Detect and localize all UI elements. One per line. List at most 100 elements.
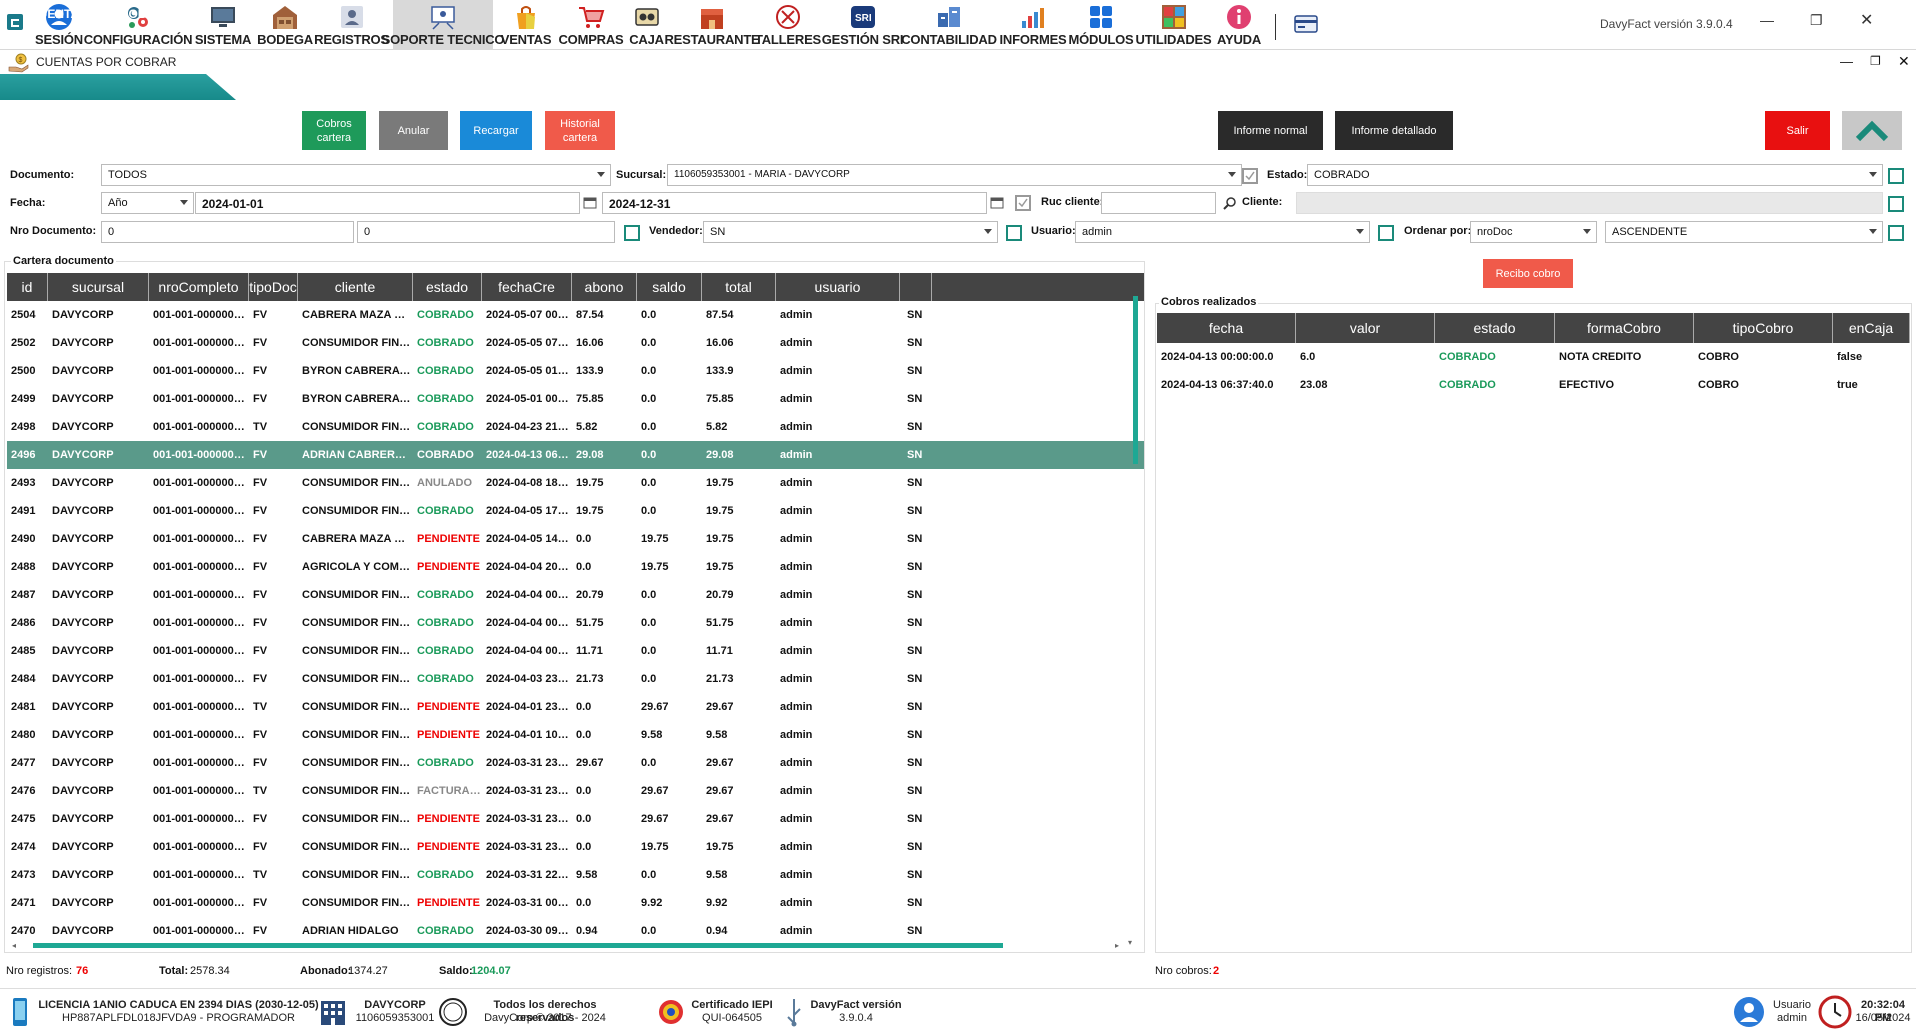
- menu-bodega[interactable]: BODEGA: [257, 0, 313, 50]
- usuario-select[interactable]: admin: [1075, 221, 1370, 243]
- menu-módulos[interactable]: MÓDULOS: [1068, 0, 1134, 50]
- menu-contabilidad[interactable]: CONTABILIDAD: [901, 0, 997, 50]
- menu-caja[interactable]: CAJA: [629, 0, 664, 50]
- table-row[interactable]: 2470 DAVYCORP 001-001-000000759 FV ADRIAN HI…: [7, 917, 1144, 945]
- scroll-left-icon[interactable]: ◂: [12, 941, 16, 950]
- cobros-header-encaja[interactable]: enCaja: [1833, 313, 1910, 343]
- cliente-input[interactable]: [1296, 192, 1883, 214]
- calendar-icon[interactable]: [583, 196, 597, 212]
- orden-dir-select[interactable]: ASCENDENTE: [1605, 221, 1883, 243]
- table-row[interactable]: 2502 DAVYCORP 001-001-000000776 FV CONSUMIDO…: [7, 329, 1144, 357]
- column-header-nroCompleto[interactable]: nroCompleto: [149, 273, 249, 301]
- salir-button[interactable]: Salir: [1765, 111, 1830, 150]
- cobros-header-formacobro[interactable]: formaCobro: [1555, 313, 1694, 343]
- table-row[interactable]: 2473 DAVYCORP 001-001-000000236 TV CONSUMIDO…: [7, 861, 1144, 889]
- table-row[interactable]: 2498 DAVYCORP 001-001-000000239 TV CONSUMIDO…: [7, 413, 1144, 441]
- menu-restaurante[interactable]: RESTAURANTE: [664, 0, 760, 50]
- historial-cartera-button[interactable]: Historial cartera: [545, 111, 615, 150]
- menu-ayuda[interactable]: AYUDA: [1216, 0, 1262, 50]
- ordenar-checkbox[interactable]: [1378, 225, 1394, 241]
- close-icon[interactable]: ✕: [1860, 10, 1873, 30]
- recargar-button[interactable]: Recargar: [460, 111, 532, 150]
- table-row[interactable]: 2496 DAVYCORP 001-001-000000773 FV ADRIAN CA…: [7, 441, 1144, 469]
- minimize-icon[interactable]: —: [1760, 12, 1774, 28]
- vertical-scrollbar[interactable]: [1133, 296, 1138, 464]
- ruc-checkbox[interactable]: [1015, 195, 1031, 211]
- cobros-header-valor[interactable]: valor: [1296, 313, 1435, 343]
- column-header-abono[interactable]: abono: [572, 273, 637, 301]
- nro-hasta-input[interactable]: 0: [357, 221, 615, 243]
- nro-desde-input[interactable]: 0: [101, 221, 354, 243]
- table-row[interactable]: 2499 DAVYCORP 001-001-000000774 FV BYRON CAB…: [7, 385, 1144, 413]
- filter-toggle-1[interactable]: [1888, 168, 1904, 184]
- column-header-total[interactable]: total: [702, 273, 776, 301]
- fecha-hasta-input[interactable]: 2024-12-31: [602, 192, 987, 214]
- menu-talleres[interactable]: TALLERES: [755, 0, 821, 50]
- table-row[interactable]: 2475 DAVYCORP 001-001-000000762 FV CONSUMIDO…: [7, 805, 1144, 833]
- menu-soporte-tecnico[interactable]: SOPORTE TECNICO: [382, 0, 505, 50]
- menu-ventas[interactable]: VENTAS: [501, 0, 551, 50]
- menu-gestión-sri[interactable]: SRI GESTIÓN SRI: [822, 0, 903, 50]
- sub-restore-icon[interactable]: ❐: [1870, 54, 1881, 68]
- cobros-header-tipocobro[interactable]: tipoCobro: [1694, 313, 1833, 343]
- usuario-checkbox[interactable]: [1006, 225, 1022, 241]
- vendedor-checkbox[interactable]: [624, 225, 640, 241]
- vendedor-select[interactable]: SN: [703, 221, 998, 243]
- anular-button[interactable]: Anular: [379, 111, 448, 150]
- menu-utilidades[interactable]: UTILIDADES: [1136, 0, 1212, 50]
- table-row[interactable]: 2485 DAVYCORP 001-001-000000766 FV CONSUMIDO…: [7, 637, 1144, 665]
- table-row[interactable]: 2477 DAVYCORP 001-001-000000763 FV CONSUMIDO…: [7, 749, 1144, 777]
- table-row[interactable]: 2481 DAVYCORP 001-001-000000238 TV CONSUMIDO…: [7, 693, 1144, 721]
- table-row[interactable]: 2504 DAVYCORP 001-001-000000777 FV CABRERA M…: [7, 301, 1144, 329]
- estado-checkbox[interactable]: [1242, 168, 1258, 184]
- column-header-id[interactable]: id: [7, 273, 48, 301]
- table-row[interactable]: 2484 DAVYCORP 001-001-000000765 FV CONSUMIDO…: [7, 665, 1144, 693]
- search-icon[interactable]: [1223, 196, 1237, 213]
- table-row[interactable]: 2490 DAVYCORP 001-001-000000770 FV CABRERA M…: [7, 525, 1144, 553]
- table-row[interactable]: 2471 DAVYCORP 001-001-000000760 FV CONSUMIDO…: [7, 889, 1144, 917]
- documento-select[interactable]: TODOS: [101, 164, 611, 186]
- table-row[interactable]: 2474 DAVYCORP 001-001-000000761 FV CONSUMIDO…: [7, 833, 1144, 861]
- ordenar-select[interactable]: nroDoc: [1470, 221, 1597, 243]
- table-row[interactable]: 2488 DAVYCORP 001-001-000000769 FV AGRICOLA …: [7, 553, 1144, 581]
- card-payment-icon[interactable]: [1294, 14, 1318, 37]
- table-row[interactable]: 2476 DAVYCORP 001-001-000000237 TV CONSUMIDO…: [7, 777, 1144, 805]
- cobros-header-estado[interactable]: estado: [1435, 313, 1555, 343]
- menu-compras[interactable]: COMPRAS: [558, 0, 624, 50]
- calendar-icon[interactable]: [990, 196, 1004, 212]
- table-row[interactable]: 2487 DAVYCORP 001-001-000000768 FV CONSUMIDO…: [7, 581, 1144, 609]
- ruc-input[interactable]: [1101, 192, 1216, 214]
- table-row[interactable]: 2491 DAVYCORP 001-001-000000771 FV CONSUMIDO…: [7, 497, 1144, 525]
- sub-minimize-icon[interactable]: —: [1840, 54, 1853, 69]
- cobros-cartera-button[interactable]: Cobros cartera: [302, 111, 366, 150]
- cobro-row[interactable]: 2024-04-13 00:00:00.0 6.0 COBRADO NOTA CRED…: [1157, 343, 1910, 371]
- sucursal-select[interactable]: 1106059353001 - MARIA - DAVYCORP: [667, 164, 1242, 186]
- column-header-extra[interactable]: [900, 273, 932, 301]
- column-header-estado[interactable]: estado: [413, 273, 482, 301]
- scroll-down-icon[interactable]: ▾: [1128, 938, 1132, 947]
- estado-select[interactable]: COBRADO: [1307, 164, 1883, 186]
- column-header-usuario[interactable]: usuario: [776, 273, 900, 301]
- column-header-fechaCre[interactable]: fechaCre: [482, 273, 572, 301]
- table-row[interactable]: 2480 DAVYCORP 001-001-000000764 FV CONSUMIDO…: [7, 721, 1144, 749]
- column-header-sucursal[interactable]: sucursal: [48, 273, 149, 301]
- sub-close-icon[interactable]: ✕: [1898, 53, 1910, 70]
- table-row[interactable]: 2486 DAVYCORP 001-001-000000767 FV CONSUMIDO…: [7, 609, 1144, 637]
- menu-informes[interactable]: INFORMES: [1000, 0, 1067, 50]
- menu-sistema[interactable]: SISTEMA: [195, 0, 251, 50]
- fecha-desde-input[interactable]: 2024-01-01: [195, 192, 580, 214]
- column-header-cliente[interactable]: cliente: [298, 273, 413, 301]
- restore-icon[interactable]: ❐: [1810, 12, 1823, 29]
- fecha-tipo-select[interactable]: Año: [101, 192, 194, 214]
- cobros-header-fecha[interactable]: fecha: [1157, 313, 1296, 343]
- recibo-cobro-button[interactable]: Recibo cobro: [1483, 259, 1573, 288]
- column-header-tipoDoc[interactable]: tipoDoc: [249, 273, 298, 301]
- cobro-row[interactable]: 2024-04-13 06:37:40.0 23.08 COBRADO EFECTIV…: [1157, 371, 1910, 399]
- informe-normal-button[interactable]: Informe normal: [1218, 111, 1323, 150]
- table-row[interactable]: 2500 DAVYCORP 001-001-000000775 FV BYRON CAB…: [7, 357, 1144, 385]
- filter-toggle-2[interactable]: [1888, 196, 1904, 212]
- filter-toggle-3[interactable]: [1888, 225, 1904, 241]
- collapse-up-button[interactable]: [1842, 111, 1902, 150]
- column-header-saldo[interactable]: saldo: [637, 273, 702, 301]
- horizontal-scrollbar[interactable]: [33, 943, 1003, 948]
